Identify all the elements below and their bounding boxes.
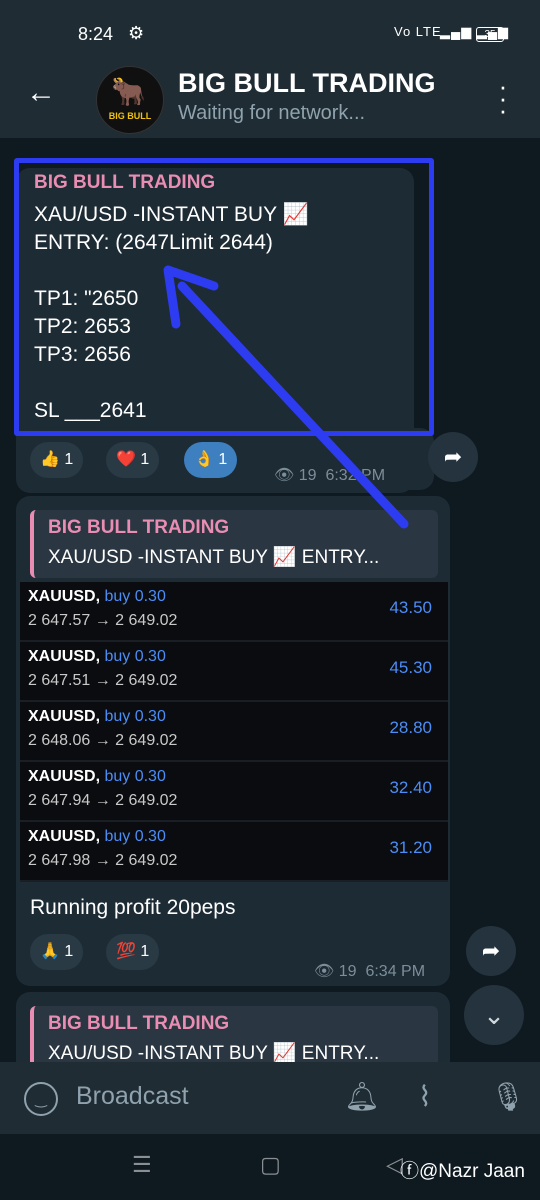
network-type: Vo LTE bbox=[394, 24, 442, 39]
annotation-arrow bbox=[163, 265, 409, 529]
more-options-icon[interactable]: · · · bbox=[496, 73, 510, 123]
gear-icon: ⚙ bbox=[128, 23, 145, 43]
recents-icon[interactable]: ☰ bbox=[132, 1152, 152, 1178]
chat-area[interactable]: BIG BULL TRADING XAU/USD -INSTANT BUY 📈 … bbox=[0, 138, 540, 1062]
battery-icon: 35 bbox=[476, 27, 504, 42]
status-time: 8:24 bbox=[78, 24, 114, 44]
channel-status: Waiting for network... bbox=[178, 102, 366, 124]
facebook-icon: ⓕ bbox=[400, 1161, 420, 1182]
channel-avatar[interactable]: 🐂 BIG BULL bbox=[96, 66, 164, 134]
emoji-icon[interactable]: ‿ bbox=[24, 1082, 58, 1116]
home-icon[interactable]: ▢ bbox=[260, 1152, 281, 1178]
bell-icon[interactable]: 🔔︎ bbox=[344, 1080, 380, 1113]
bull-logo-icon: 🐂 bbox=[111, 76, 146, 107]
avatar-logo-text: BIG BULL bbox=[108, 111, 152, 121]
microphone-icon[interactable]: 🎙︎ bbox=[490, 1080, 526, 1113]
back-arrow-icon[interactable]: ← bbox=[26, 76, 56, 110]
attach-icon[interactable]: ⌇ bbox=[418, 1080, 432, 1113]
chat-header: ← 🐂 BIG BULL BIG BULL TRADING Waiting fo… bbox=[0, 62, 540, 138]
status-bar: 8:24 ⚙ Vo LTE ▂▄▆ ▂▄▆ 35 bbox=[0, 0, 540, 62]
broadcast-input[interactable]: Broadcast bbox=[76, 1082, 189, 1111]
channel-title[interactable]: BIG BULL TRADING bbox=[178, 68, 436, 99]
input-bar: ‿ Broadcast 🔔︎ ⌇ 🎙︎ bbox=[0, 1062, 540, 1134]
system-nav-bar: ☰ ▢ ◁ ⓕ@Nazr Jaan bbox=[0, 1134, 540, 1200]
watermark: ⓕ@Nazr Jaan bbox=[400, 1161, 525, 1182]
